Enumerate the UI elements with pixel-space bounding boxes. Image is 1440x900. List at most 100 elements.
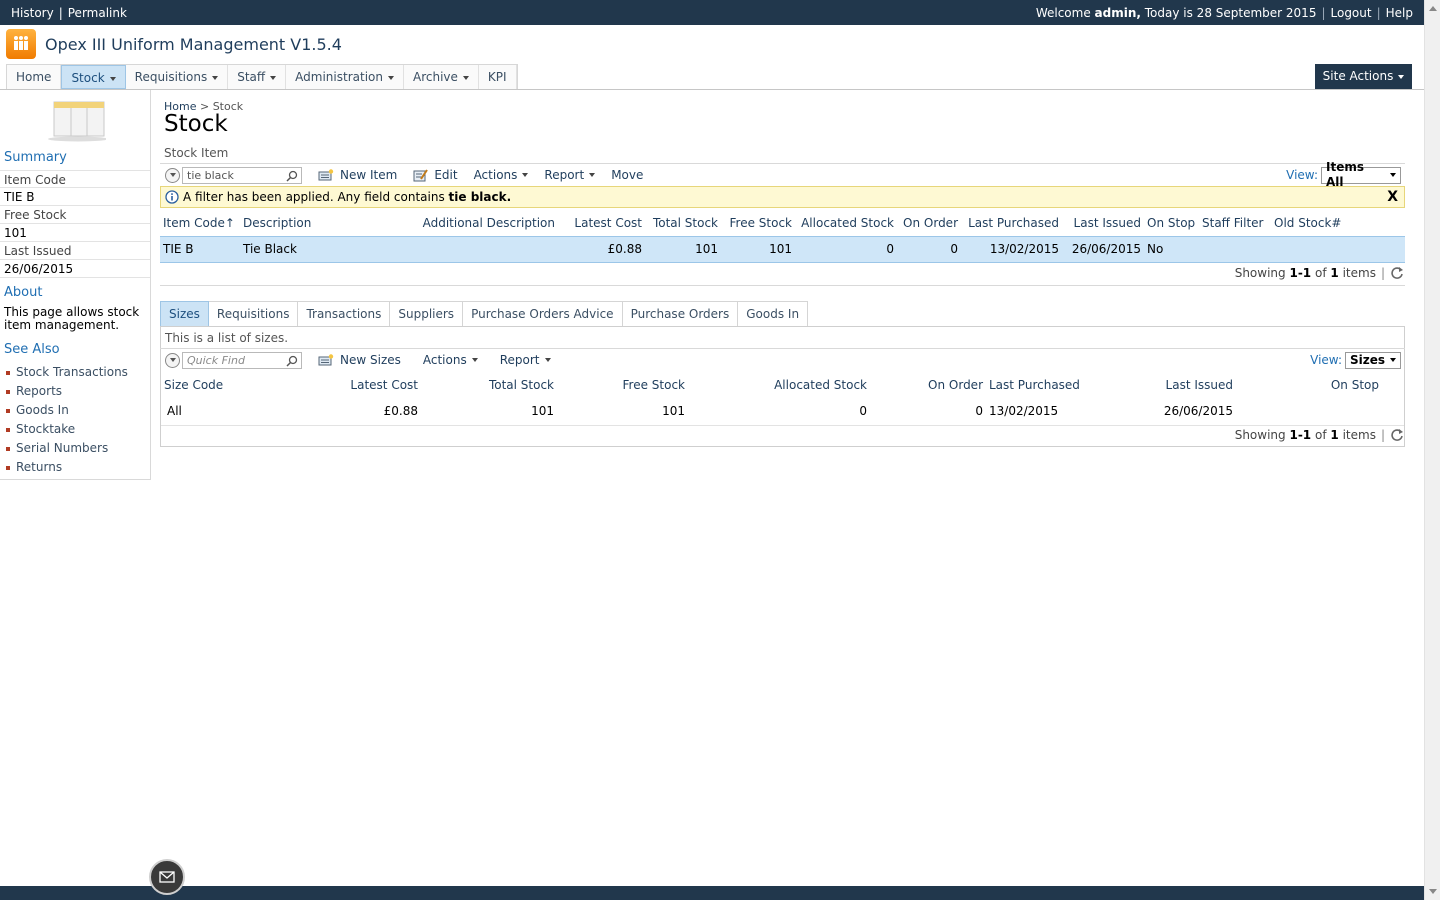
nav-administration-label: Administration <box>295 70 383 84</box>
feedback-mail-button[interactable] <box>149 859 185 895</box>
col-latest-cost[interactable]: Latest Cost <box>558 210 645 236</box>
tab-transactions[interactable]: Transactions <box>298 301 391 327</box>
col-item-code[interactable]: Item Code↑ <box>160 210 240 236</box>
today-text: Today is 28 September 2015 <box>1144 5 1317 20</box>
col-allocated-stock[interactable]: Allocated Stock <box>795 210 897 236</box>
site-actions-button[interactable]: Site Actions <box>1315 64 1412 89</box>
items-paging: Showing 1-1 of 1 items | <box>1235 266 1404 280</box>
col-free-stock[interactable]: Free Stock <box>557 372 688 398</box>
last-issued-label: Last Issued <box>0 242 150 260</box>
close-icon[interactable]: X <box>1387 189 1398 205</box>
col-on-order[interactable]: On Order <box>870 372 986 398</box>
sizes-actions-menu[interactable]: Actions <box>423 353 478 367</box>
nav-administration[interactable]: Administration <box>286 65 404 89</box>
filter-info-bar: A filter has been applied. Any field con… <box>160 186 1405 208</box>
item-code-cell[interactable]: TIE B <box>160 235 240 263</box>
items-bottom-border <box>160 285 1405 286</box>
new-item-button[interactable]: New Item <box>318 168 397 182</box>
tab-requisitions[interactable]: Requisitions <box>208 301 299 327</box>
paging-range: 1-1 <box>1289 266 1312 280</box>
col-old-stock[interactable]: Old Stock# <box>1271 210 1405 236</box>
nav-kpi[interactable]: KPI <box>479 65 517 89</box>
nav-requisitions[interactable]: Requisitions <box>126 65 229 89</box>
scroll-up-icon[interactable] <box>1429 6 1437 11</box>
main-nav: Home Stock Requisitions Staff Administra… <box>6 64 518 90</box>
col-free-stock[interactable]: Free Stock <box>721 210 795 236</box>
summary-heading: Summary <box>4 150 67 165</box>
tab-goods-in[interactable]: Goods In <box>738 301 809 327</box>
tab-purchase-orders[interactable]: Purchase Orders <box>622 301 739 327</box>
history-link[interactable]: History <box>11 6 54 20</box>
search-options-button[interactable] <box>165 167 180 183</box>
quick-find-input[interactable]: Quick Find <box>182 351 302 369</box>
actions-menu[interactable]: Actions <box>474 168 529 182</box>
scroll-down-icon[interactable] <box>1429 889 1437 894</box>
table-row[interactable]: TIE B Tie Black £0.88 101 101 0 0 13/02/… <box>160 235 1405 263</box>
items-table: Item Code↑ Description Additional Descri… <box>160 210 1405 263</box>
col-last-purchased[interactable]: Last Purchased <box>961 210 1062 236</box>
col-on-order[interactable]: On Order <box>897 210 961 236</box>
about-heading: About <box>4 285 43 300</box>
sizes-report-label: Report <box>499 353 540 367</box>
see-also-returns[interactable]: Returns <box>6 458 128 477</box>
vertical-scrollbar[interactable] <box>1424 0 1440 900</box>
sizes-view-dropdown[interactable]: Sizes <box>1345 351 1401 369</box>
search-icon[interactable] <box>286 170 298 182</box>
sizes-report-menu[interactable]: Report <box>500 353 551 367</box>
logout-link[interactable]: Logout <box>1331 6 1372 20</box>
col-spacer <box>1382 372 1404 398</box>
nav-stock[interactable]: Stock <box>61 65 126 89</box>
see-also-reports[interactable]: Reports <box>6 382 128 401</box>
help-link[interactable]: Help <box>1386 6 1413 20</box>
see-also-list: Stock Transactions Reports Goods In Stoc… <box>6 363 128 477</box>
nav-archive[interactable]: Archive <box>404 65 479 89</box>
col-total-stock[interactable]: Total Stock <box>645 210 721 236</box>
nav-home[interactable]: Home <box>7 65 62 89</box>
refresh-icon[interactable] <box>1390 428 1404 442</box>
report-menu[interactable]: Report <box>544 168 596 182</box>
col-on-stop[interactable]: On Stop <box>1144 210 1199 236</box>
actions-label: Actions <box>473 168 518 182</box>
permalink-link[interactable]: Permalink <box>68 6 127 20</box>
view-dropdown[interactable]: Items All <box>1321 160 1401 189</box>
search-icon[interactable] <box>286 355 298 367</box>
col-latest-cost[interactable]: Latest Cost <box>261 372 421 398</box>
edit-button[interactable]: Edit <box>413 168 458 182</box>
move-button[interactable]: Move <box>611 168 643 182</box>
chevron-down-icon <box>462 75 469 80</box>
col-last-purchased[interactable]: Last Purchased <box>986 372 1114 398</box>
items-toolbar: tie black New Item Edit Actions Report M… <box>160 160 1405 189</box>
latest-cost-cell: £0.88 <box>383 404 418 418</box>
table-row[interactable]: All £0.88 101 101 0 0 13/02/2015 26/06/2… <box>161 398 1404 424</box>
free-stock-cell: 101 <box>662 404 685 418</box>
allocated-stock-cell: 0 <box>795 235 897 263</box>
on-stop-cell: No <box>1144 235 1199 263</box>
see-also-goods-in[interactable]: Goods In <box>6 401 128 420</box>
col-allocated-stock[interactable]: Allocated Stock <box>688 372 870 398</box>
refresh-icon[interactable] <box>1390 266 1404 280</box>
col-last-issued[interactable]: Last Issued <box>1114 372 1236 398</box>
col-staff-filter[interactable]: Staff Filter <box>1199 210 1271 236</box>
col-size-code[interactable]: Size Code <box>161 372 261 398</box>
col-last-issued[interactable]: Last Issued <box>1062 210 1144 236</box>
col-description[interactable]: Description <box>240 210 400 236</box>
tab-sizes[interactable]: Sizes <box>160 301 209 327</box>
allocated-stock-cell: 0 <box>859 404 867 418</box>
quick-find-placeholder: Quick Find <box>187 353 245 367</box>
quick-find-options-button[interactable] <box>165 352 180 368</box>
see-also-serial-numbers[interactable]: Serial Numbers <box>6 439 128 458</box>
paging-showing: Showing <box>1234 266 1286 280</box>
col-on-stop[interactable]: On Stop <box>1236 372 1382 398</box>
see-also-stocktake[interactable]: Stocktake <box>6 420 128 439</box>
nav-staff[interactable]: Staff <box>228 65 287 89</box>
see-also-stock-transactions[interactable]: Stock Transactions <box>6 363 128 382</box>
tab-purchase-orders-advice[interactable]: Purchase Orders Advice <box>463 301 623 327</box>
tab-suppliers[interactable]: Suppliers <box>390 301 464 327</box>
search-input[interactable]: tie black <box>182 166 302 184</box>
staff-filter-cell <box>1199 235 1271 263</box>
col-additional-description[interactable]: Additional Description <box>400 210 558 236</box>
new-sizes-button[interactable]: New Sizes <box>318 353 401 367</box>
size-code-cell[interactable]: All <box>161 398 261 424</box>
col-total-stock[interactable]: Total Stock <box>421 372 557 398</box>
bullet-icon <box>6 389 10 394</box>
